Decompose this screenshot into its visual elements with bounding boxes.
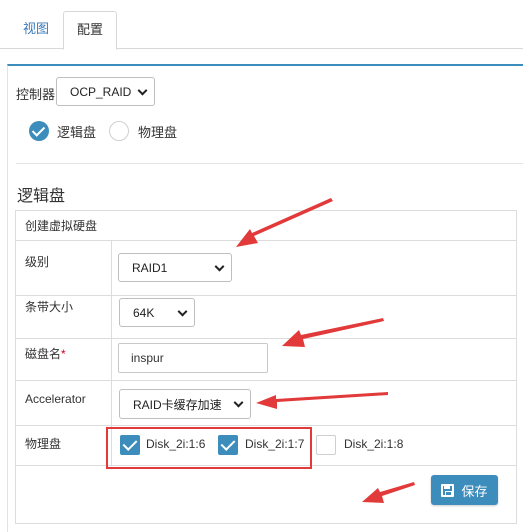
controller-label: 控制器 <box>16 87 56 102</box>
form-header: 创建虚拟硬盘 <box>16 211 516 241</box>
level-select-value: RAID1 <box>132 260 168 275</box>
stripe-label: 条带大小 <box>25 300 74 314</box>
divider <box>16 163 523 164</box>
accelerator-select-value: RAID卡缓存加速 <box>133 397 222 412</box>
disk-name-input[interactable]: inspur <box>118 343 268 373</box>
required-mark: * <box>61 347 66 361</box>
stripe-size-select-value: 64K <box>133 305 155 320</box>
chevron-down-icon <box>177 306 188 317</box>
annotation-highlight-box <box>106 427 312 469</box>
chevron-down-icon <box>137 85 148 96</box>
save-button[interactable]: 保存 <box>431 475 498 505</box>
tab-config[interactable]: 配置 <box>63 11 118 50</box>
disk-name-input-value: inspur <box>131 351 164 365</box>
floppy-disk-icon <box>441 483 455 497</box>
controller-select[interactable]: OCP_RAID <box>56 77 155 106</box>
section-title: 逻辑盘 <box>17 188 66 205</box>
controller-select-value: OCP_RAID <box>70 84 132 99</box>
radio-physical-label: 物理盘 <box>138 125 178 140</box>
row-level: 级别 <box>16 241 516 296</box>
radio-logical-disk[interactable] <box>29 121 49 141</box>
level-label: 级别 <box>25 255 50 269</box>
disk-name-label: 磁盘名* <box>25 347 66 361</box>
radio-logical-label: 逻辑盘 <box>57 125 97 140</box>
row-stripe: 条带大小 <box>16 296 516 339</box>
disk-label-3: Disk_2i:1:8 <box>344 437 404 451</box>
chevron-down-icon <box>214 261 225 272</box>
level-select[interactable]: RAID1 <box>118 253 232 282</box>
accelerator-label: Accelerator <box>25 392 86 406</box>
row-accelerator: Accelerator <box>16 381 516 426</box>
chevron-down-icon <box>233 397 244 408</box>
tab-view[interactable]: 视图 <box>10 11 62 49</box>
save-button-label: 保存 <box>461 483 488 499</box>
tab-bar: 视图 配置 <box>0 0 523 50</box>
stripe-size-select[interactable]: 64K <box>119 298 195 327</box>
radio-physical-disk[interactable] <box>109 121 129 141</box>
disk-checkbox-3[interactable] <box>316 435 336 455</box>
physical-disk-label: 物理盘 <box>25 437 62 451</box>
accelerator-select[interactable]: RAID卡缓存加速 <box>119 389 251 419</box>
